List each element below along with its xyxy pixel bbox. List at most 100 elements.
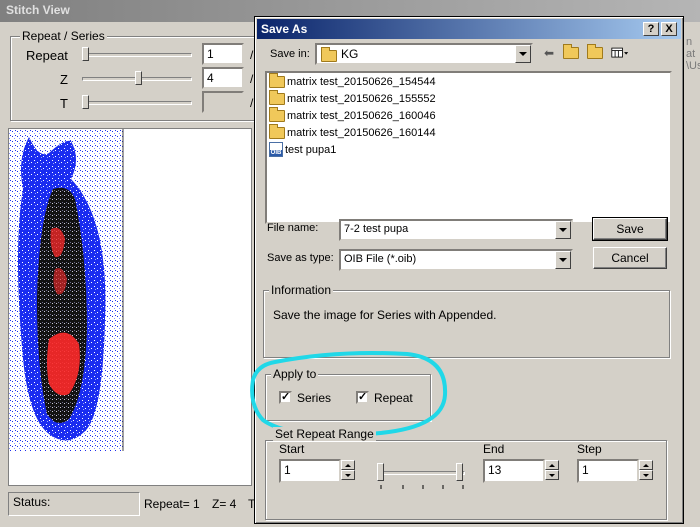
arrow-down-glyph: [345, 473, 351, 477]
spin-down-icon[interactable]: [545, 470, 559, 480]
information-label: Information: [269, 283, 334, 297]
folder-icon: [269, 72, 285, 88]
new-folder-icon[interactable]: [587, 44, 605, 61]
file-list-item[interactable]: matrix test_20150626_154544: [267, 72, 670, 90]
image-view-panel: [8, 128, 252, 486]
chevron-down-icon: [559, 258, 567, 262]
save-as-type-value: OIB File (*.oib): [344, 253, 417, 265]
repeat-suffix: /: [250, 48, 254, 62]
step-spinner[interactable]: [639, 460, 653, 480]
save-as-dialog: Save As ? X Save in: KG ⬅ matrix test_20…: [250, 16, 684, 524]
start-value-field[interactable]: 1: [279, 459, 341, 483]
file-name: matrix test_20150626_155552: [287, 92, 436, 105]
status-label-cell: Status:: [8, 492, 140, 516]
file-name: test pupa1: [285, 143, 337, 156]
save-button[interactable]: Save: [592, 217, 668, 241]
chevron-down-icon: [519, 52, 527, 56]
t-slider[interactable]: [82, 101, 192, 105]
status-z: Z= 4: [212, 497, 237, 511]
save-as-type-label: Save as type:: [267, 252, 334, 264]
t-value-field: [202, 91, 244, 113]
spin-up-icon[interactable]: [545, 460, 559, 470]
file-name: matrix test_20150626_160144: [287, 126, 436, 139]
repeat-slider[interactable]: [82, 53, 192, 57]
file-list[interactable]: matrix test_20150626_154544 matrix test_…: [265, 71, 672, 224]
file-name-dropdown-button[interactable]: [555, 221, 571, 239]
help-button[interactable]: ?: [643, 22, 659, 36]
save-in-dropdown-button[interactable]: [515, 45, 531, 63]
step-value-field[interactable]: 1: [577, 459, 639, 483]
repeat-series-group-label: Repeat / Series: [20, 29, 107, 43]
save-in-folder-icon: [321, 47, 337, 62]
arrow-down-glyph: [643, 473, 649, 477]
save-as-type-dropdown-button[interactable]: [555, 251, 571, 269]
repeat-slider-thumb[interactable]: [82, 47, 89, 61]
folder-icon: [269, 106, 285, 122]
range-start-thumb[interactable]: [377, 463, 384, 481]
background-edge-text-1: n at: [686, 36, 696, 60]
file-list-item[interactable]: matrix test_20150626_155552: [267, 89, 670, 107]
file-name: matrix test_20150626_160046: [287, 109, 436, 122]
status-repeat: Repeat= 1: [144, 497, 200, 511]
new-folder-glyph: [587, 44, 603, 59]
view-menu-glyph: [611, 47, 629, 58]
chevron-down-icon: [559, 228, 567, 232]
save-in-combo[interactable]: KG: [315, 43, 533, 65]
save-as-type-combo[interactable]: OIB File (*.oib): [339, 249, 573, 271]
information-group: [263, 290, 670, 358]
spin-down-icon[interactable]: [341, 470, 355, 480]
slider-ticks: [380, 485, 464, 489]
arrow-down-glyph: [549, 473, 555, 477]
start-spinner[interactable]: [341, 460, 355, 480]
end-value-field[interactable]: 13: [483, 459, 545, 483]
file-name-label: File name:: [267, 222, 319, 234]
end-label: End: [483, 442, 505, 456]
up-folder-glyph: [563, 44, 579, 59]
repeat-range-slider[interactable]: [379, 471, 465, 475]
t-slider-thumb[interactable]: [82, 95, 89, 109]
z-label: Z: [60, 72, 68, 87]
file-list-item[interactable]: matrix test_20150626_160046: [267, 106, 670, 124]
range-end-thumb[interactable]: [456, 463, 463, 481]
pupa-image: [9, 129, 251, 485]
up-folder-icon[interactable]: [563, 44, 581, 61]
back-arrow-icon[interactable]: ⬅: [540, 45, 558, 61]
z-value-field[interactable]: 4: [202, 67, 244, 89]
t-suffix: /: [250, 96, 254, 110]
cancel-button[interactable]: Cancel: [593, 247, 667, 269]
arrow-up-glyph: [345, 463, 351, 467]
file-list-item[interactable]: matrix test_20150626_160144: [267, 123, 670, 141]
save-in-value: KG: [341, 47, 359, 61]
spin-up-icon[interactable]: [639, 460, 653, 470]
folder-icon: [269, 123, 285, 139]
stitch-view-title: Stitch View: [6, 3, 70, 17]
spin-down-icon[interactable]: [639, 470, 653, 480]
end-spinner[interactable]: [545, 460, 559, 480]
background-edge-text-2: \Us: [686, 60, 700, 72]
z-slider-thumb[interactable]: [135, 71, 142, 85]
arrow-up-glyph: [549, 463, 555, 467]
view-menu-icon[interactable]: [611, 45, 629, 61]
repeat-label: Repeat: [26, 48, 68, 63]
step-label: Step: [577, 442, 602, 456]
start-label: Start: [279, 442, 305, 456]
repeat-range-label: Set Repeat Range: [273, 427, 376, 441]
status-label: Status:: [13, 495, 51, 509]
save-as-title-bar: Save As: [257, 19, 681, 39]
repeat-value-field[interactable]: 1: [202, 43, 244, 65]
file-name-combo[interactable]: 7-2 test pupa: [339, 219, 573, 241]
file-name-input[interactable]: 7-2 test pupa: [344, 223, 408, 235]
file-list-item[interactable]: OIB test pupa1: [267, 141, 670, 158]
save-in-label: Save in:: [270, 48, 310, 60]
z-suffix: /: [250, 72, 254, 86]
folder-icon: [269, 89, 285, 105]
oib-file-icon: OIB: [269, 142, 283, 157]
spin-up-icon[interactable]: [341, 460, 355, 470]
oib-badge: OIB: [270, 150, 282, 156]
save-as-title: Save As: [261, 22, 308, 36]
file-name: matrix test_20150626_154544: [287, 75, 436, 88]
close-button[interactable]: X: [661, 22, 677, 36]
t-label: T: [60, 96, 68, 111]
information-text: Save the image for Series with Appended.: [273, 308, 497, 322]
arrow-up-glyph: [643, 463, 649, 467]
